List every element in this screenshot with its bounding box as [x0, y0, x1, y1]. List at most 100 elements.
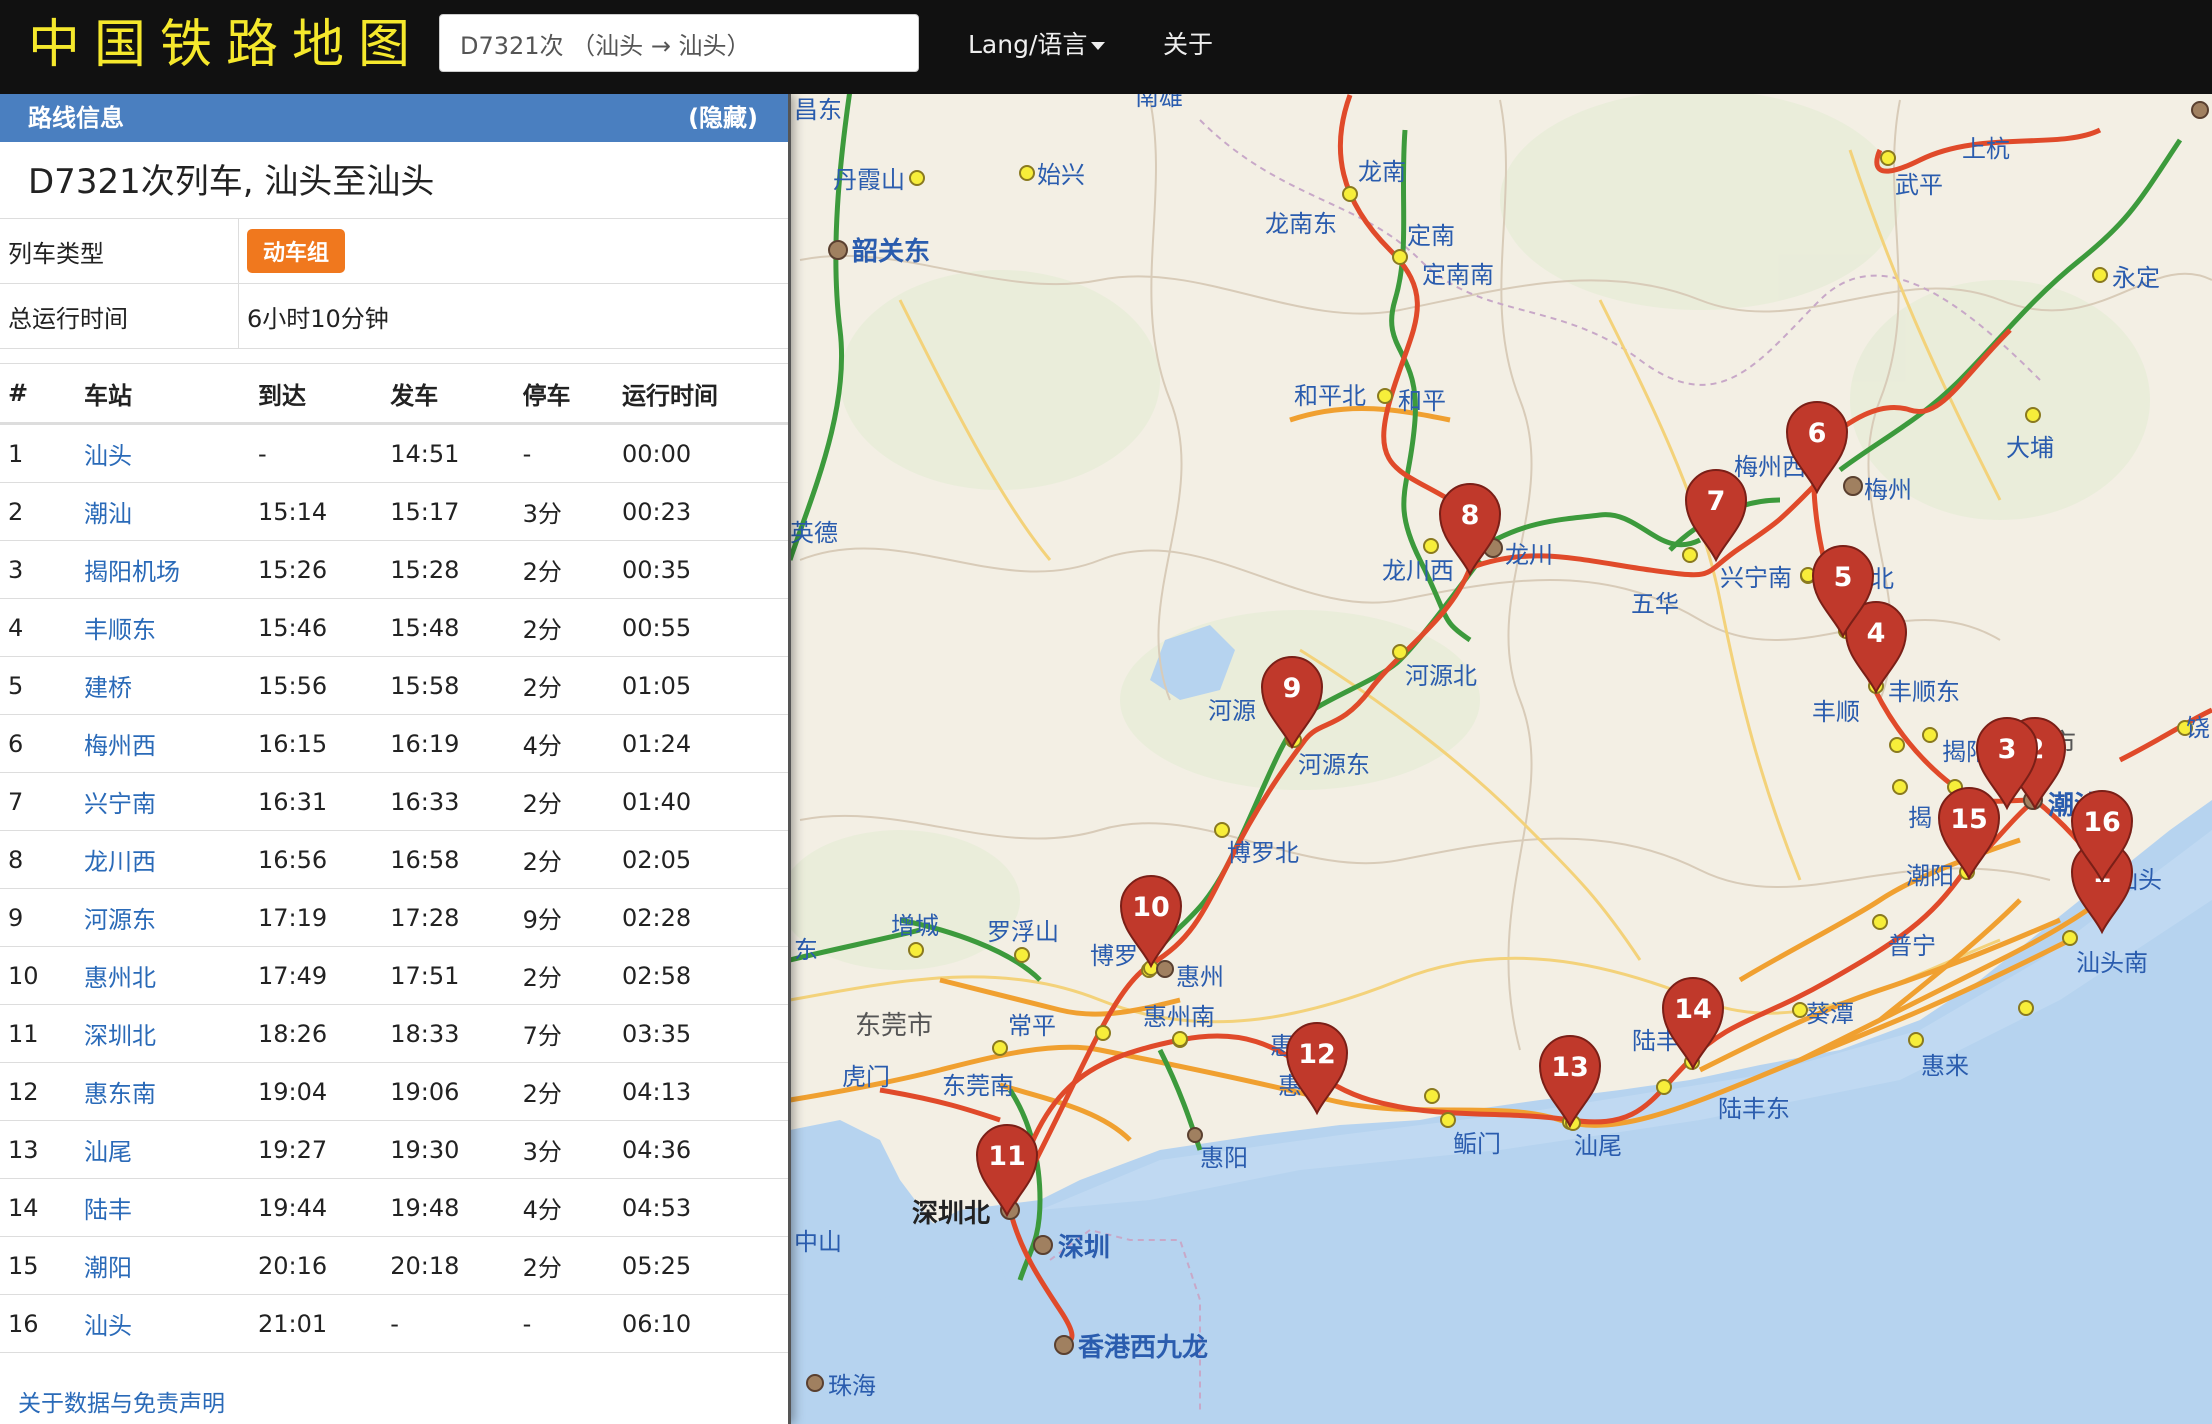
map-label-meizhou: 梅州: [1864, 476, 1912, 504]
data-disclaimer-link[interactable]: 关于数据与免责声明: [18, 1384, 225, 1418]
running-time: 04:53: [613, 1178, 788, 1237]
hide-panel-button[interactable]: (隐藏): [688, 94, 758, 142]
map-label-rao: 饶: [2186, 714, 2210, 742]
station-link[interactable]: 河源东: [76, 888, 250, 947]
map-label-shenzhenbei: 深圳北: [912, 1199, 990, 1229]
arrival-time: 15:46: [249, 598, 383, 657]
map-label-longchuanxi: 龙川西: [1382, 557, 1454, 585]
station-link[interactable]: 陆丰: [76, 1178, 250, 1237]
map-label-huilai: 惠来: [1921, 1052, 1969, 1080]
schedule-row: 4 丰顺东 15:46 15:48 2分 00:55: [0, 598, 788, 657]
station-link[interactable]: 兴宁南: [76, 772, 250, 831]
schedule-row: 6 梅州西 16:15 16:19 4分 01:24: [0, 714, 788, 773]
stop-index: 7: [0, 772, 76, 831]
map-label-longnan: 龙南: [1358, 158, 1406, 186]
running-time: 00:35: [613, 540, 788, 599]
route-pin-number: 9: [1283, 673, 1302, 704]
station-link[interactable]: 汕尾: [76, 1120, 250, 1179]
station-link[interactable]: 龙川西: [76, 830, 250, 889]
departure-time: 19:06: [382, 1062, 515, 1121]
about-link[interactable]: 关于: [1163, 0, 1213, 94]
stop-index: 9: [0, 888, 76, 947]
stop-duration: 7分: [514, 1004, 614, 1063]
station-link[interactable]: 汕头: [76, 423, 250, 483]
arrival-time: 18:26: [249, 1004, 383, 1063]
map-label-shaoguandong: 韶关东: [852, 236, 930, 267]
route-pin-number: 5: [1834, 562, 1853, 593]
route-pin-number: 14: [1674, 994, 1712, 1025]
station-link[interactable]: 惠州北: [76, 946, 250, 1005]
schedule-row: 9 河源东 17:19 17:28 9分 02:28: [0, 888, 788, 947]
stop-duration: 2分: [514, 830, 614, 889]
train-search-input[interactable]: [439, 14, 919, 72]
station-link[interactable]: 惠东南: [76, 1062, 250, 1121]
stop-duration: -: [514, 1294, 614, 1353]
station-link[interactable]: 揭阳机场: [76, 540, 250, 599]
station-link[interactable]: 丰顺东: [76, 598, 250, 657]
map-label-shantounan: 汕头南: [2076, 949, 2148, 977]
stop-index: 16: [0, 1294, 76, 1353]
station-link[interactable]: 潮阳: [76, 1236, 250, 1295]
map-label-longnandong: 龙南东: [1265, 210, 1337, 238]
departure-time: 18:33: [382, 1004, 515, 1063]
map-label-dapu: 大埔: [2006, 434, 2054, 462]
site-logo[interactable]: 中国铁路地图: [28, 10, 424, 80]
schedule-row: 5 建桥 15:56 15:58 2分 01:05: [0, 656, 788, 715]
col-stop: 停车: [514, 363, 614, 425]
stop-index: 4: [0, 598, 76, 657]
route-pin-number: 6: [1808, 418, 1827, 449]
schedule-row: 7 兴宁南 16:31 16:33 2分 01:40: [0, 772, 788, 831]
departure-time: 16:19: [382, 714, 515, 773]
map-label-shixing: 始兴: [1037, 161, 1085, 189]
col-index: #: [0, 363, 76, 425]
arrival-time: 19:44: [249, 1178, 383, 1237]
schedule-row: 11 深圳北 18:26 18:33 7分 03:35: [0, 1004, 788, 1063]
departure-time: 16:33: [382, 772, 515, 831]
departure-time: 15:58: [382, 656, 515, 715]
map-label-jie: 揭: [1908, 804, 1932, 832]
station-link[interactable]: 汕头: [76, 1294, 250, 1353]
map-label-zhongshan: 中山: [794, 1228, 842, 1256]
map-label-changdong: 昌东: [794, 96, 842, 124]
stop-index: 12: [0, 1062, 76, 1121]
stop-duration: 3分: [514, 1120, 614, 1179]
departure-time: 15:17: [382, 482, 515, 541]
station-link[interactable]: 潮汕: [76, 482, 250, 541]
map-label-humen: 虎门: [842, 1063, 890, 1091]
stop-index: 2: [0, 482, 76, 541]
departure-time: 19:30: [382, 1120, 515, 1179]
map-label-xingningnan: 兴宁南: [1720, 564, 1792, 592]
total-time-row: 总运行时间 6小时10分钟: [0, 283, 788, 349]
stop-duration: 4分: [514, 714, 614, 773]
route-pin-number: 11: [988, 1141, 1026, 1172]
departure-time: 15:48: [382, 598, 515, 657]
map-label-boluobei: 博罗北: [1227, 839, 1299, 867]
running-time: 04:36: [613, 1120, 788, 1179]
stop-duration: 2分: [514, 946, 614, 1005]
station-link[interactable]: 建桥: [76, 656, 250, 715]
station-link[interactable]: 梅州西: [76, 714, 250, 773]
map-label-shenzhen: 深圳: [1058, 1233, 1110, 1263]
schedule-row: 3 揭阳机场 15:26 15:28 2分 00:35: [0, 540, 788, 599]
departure-time: 14:51: [382, 423, 515, 483]
arrival-time: 20:16: [249, 1236, 383, 1295]
map-label-yongding: 永定: [2112, 264, 2160, 292]
map-label-fengshun: 丰顺: [1812, 698, 1860, 726]
map-label-danxiashan: 丹霞山: [833, 166, 905, 194]
departure-time: 15:28: [382, 540, 515, 599]
stop-duration: 2分: [514, 540, 614, 599]
schedule-row: 13 汕尾 19:27 19:30 3分 04:36: [0, 1120, 788, 1179]
col-departure: 发车: [382, 363, 515, 425]
map-label-puning: 普宁: [1888, 932, 1936, 960]
arrival-time: 15:14: [249, 482, 383, 541]
station-link[interactable]: 深圳北: [76, 1004, 250, 1063]
stop-duration: 4分: [514, 1178, 614, 1237]
total-time-label: 总运行时间: [0, 283, 239, 349]
language-dropdown[interactable]: Lang/语言: [968, 0, 1106, 94]
stop-duration: 3分: [514, 482, 614, 541]
arrival-time: 19:27: [249, 1120, 383, 1179]
schedule-row: 12 惠东南 19:04 19:06 2分 04:13: [0, 1062, 788, 1121]
map-label-wuping: 武平: [1895, 171, 1943, 199]
stop-index: 10: [0, 946, 76, 1005]
running-time: 05:25: [613, 1236, 788, 1295]
